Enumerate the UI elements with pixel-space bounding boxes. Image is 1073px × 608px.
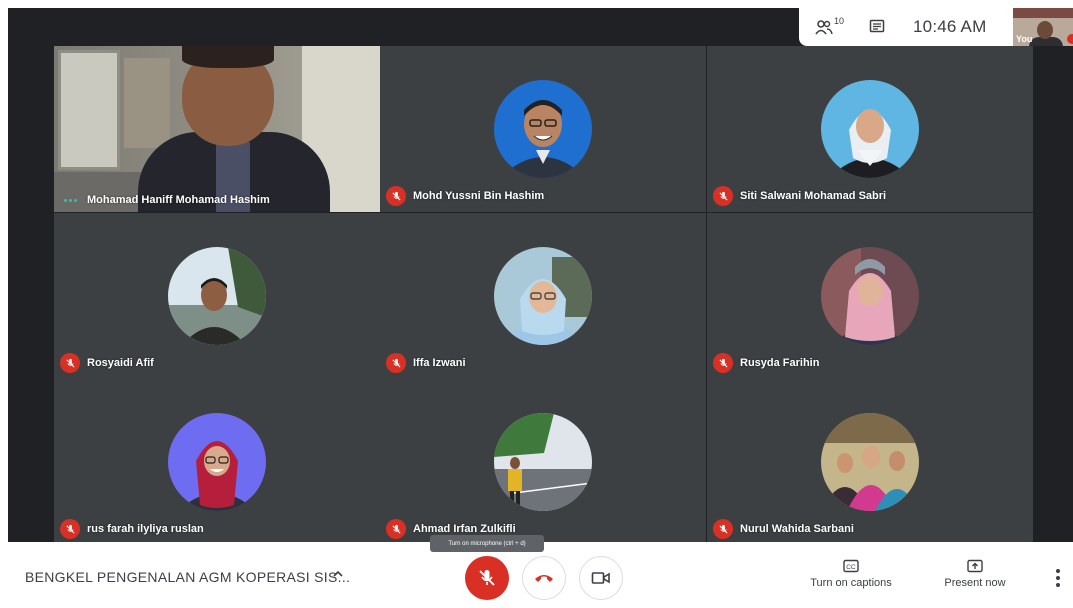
self-view-head — [1037, 21, 1053, 39]
participant-name-row: Mohamad Haniff Mohamad Hashim — [60, 194, 270, 206]
participant-tile[interactable]: Siti Salwani Mohamad Sabri — [707, 46, 1033, 212]
participant-tile[interactable]: Nurul Wahida Sarbani — [707, 379, 1033, 542]
meeting-info-bar: 10 10:46 AM — [799, 8, 1013, 46]
participant-name: Mohd Yussni Bin Hashim — [413, 190, 545, 202]
more-vert-icon — [1056, 569, 1060, 573]
participant-tile[interactable]: Rusyda Farihin — [707, 213, 1033, 379]
speaker-video-window — [58, 50, 120, 170]
participant-name: Iffa Izwani — [413, 357, 466, 369]
participant-avatar — [821, 413, 919, 511]
captions-button[interactable]: CC Turn on captions — [808, 559, 894, 589]
captions-label: Turn on captions — [810, 577, 892, 589]
participant-name: Nurul Wahida Sarbani — [740, 523, 854, 535]
mic-off-icon — [713, 353, 733, 373]
participant-name: Ahmad Irfan Zulkifli — [413, 523, 516, 535]
svg-text:CC: CC — [846, 564, 856, 571]
participant-tile[interactable]: Ahmad Irfan Zulkifli — [380, 379, 706, 542]
meeting-title[interactable]: BENGKEL PENGENALAN AGM KOPERASI SIS... — [25, 569, 350, 585]
microphone-toggle-button[interactable] — [465, 556, 509, 600]
participant-avatar — [821, 80, 919, 178]
camera-toggle-button[interactable] — [579, 556, 623, 600]
meeting-clock: 10:46 AM — [913, 17, 987, 36]
people-icon — [815, 20, 833, 35]
participant-name-row: rus farah ilyliya ruslan — [60, 519, 204, 539]
participant-name: rus farah ilyliya ruslan — [87, 523, 204, 535]
leave-call-button[interactable] — [522, 556, 566, 600]
chat-button[interactable] — [869, 19, 885, 35]
mic-off-icon — [386, 186, 406, 206]
participant-name: Siti Salwani Mohamad Sabri — [740, 190, 887, 202]
more-options-button[interactable] — [1050, 567, 1066, 589]
microphone-tooltip: Turn on microphone (ctrl + d) — [430, 535, 544, 552]
participant-name: Rosyaidi Afif — [87, 357, 154, 369]
participant-name-row: Rusyda Farihin — [713, 353, 819, 373]
mic-off-icon — [713, 519, 733, 539]
participant-name-row: Mohd Yussni Bin Hashim — [386, 186, 544, 206]
participant-name: Mohamad Haniff Mohamad Hashim — [87, 194, 270, 206]
present-now-label: Present now — [944, 577, 1006, 589]
chat-icon — [869, 19, 885, 33]
participant-avatar — [494, 247, 592, 345]
participant-tile[interactable]: Mohd Yussni Bin Hashim — [380, 46, 706, 212]
speaking-indicator-icon — [64, 198, 77, 202]
participant-avatar — [168, 247, 266, 345]
present-now-button[interactable]: Present now — [944, 559, 1006, 589]
self-mic-off-icon — [1067, 34, 1073, 44]
participant-name-row: Nurul Wahida Sarbani — [713, 519, 854, 539]
video-camera-icon — [591, 572, 610, 584]
self-view-background — [1013, 8, 1073, 18]
participant-avatar — [821, 247, 919, 345]
mic-off-icon — [386, 519, 406, 539]
video-stage: Mohamad Haniff Mohamad Hashim Mohd Yussn… — [8, 8, 1073, 542]
mic-off-icon — [713, 186, 733, 206]
closed-captions-icon: CC — [843, 559, 859, 573]
speaker-video-desk — [54, 172, 146, 212]
mic-off-icon — [479, 570, 495, 586]
participant-avatar — [494, 80, 592, 178]
participant-tile[interactable]: rus farah ilyliya ruslan — [54, 379, 380, 542]
participant-tile[interactable]: Rosyaidi Afif — [54, 213, 380, 379]
speaker-video-hair — [182, 46, 274, 68]
mic-off-icon — [386, 353, 406, 373]
participant-name-row: Iffa Izwani — [386, 353, 466, 373]
participant-avatar — [168, 413, 266, 511]
self-view-label: You — [1016, 34, 1033, 44]
participant-name-row: Siti Salwani Mohamad Sabri — [713, 186, 886, 206]
meeting-details-toggle[interactable] — [331, 567, 345, 586]
present-screen-icon — [967, 559, 983, 573]
participant-name-row: Rosyaidi Afif — [60, 353, 154, 373]
participant-name: Rusyda Farihin — [740, 357, 820, 369]
mic-off-icon — [60, 519, 80, 539]
bottom-control-bar: BENGKEL PENGENALAN AGM KOPERASI SIS... C… — [0, 545, 1073, 608]
show-everyone-button[interactable]: 10 — [815, 16, 845, 35]
participant-tile-speaker[interactable]: Mohamad Haniff Mohamad Hashim — [54, 46, 380, 212]
hang-up-icon — [535, 575, 553, 582]
participant-tile[interactable]: Iffa Izwani — [380, 213, 706, 379]
speaker-video-shelf — [124, 58, 170, 148]
people-count: 10 — [834, 16, 845, 26]
mic-off-icon — [60, 353, 80, 373]
self-view-tile[interactable]: You — [1013, 8, 1073, 46]
participant-avatar — [494, 413, 592, 511]
chevron-up-icon — [333, 570, 343, 577]
